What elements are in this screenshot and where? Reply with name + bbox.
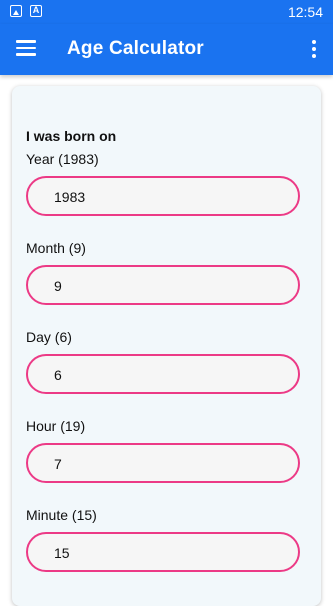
year-field[interactable]: 1983 xyxy=(26,176,300,216)
month-value: 9 xyxy=(54,278,62,294)
month-field[interactable]: 9 xyxy=(26,265,300,305)
birth-form-card: I was born on Year (1983) 1983 Month (9)… xyxy=(12,86,321,606)
a-icon: A xyxy=(30,5,42,17)
day-value: 6 xyxy=(54,367,62,383)
app-title: Age Calculator xyxy=(67,38,204,59)
status-icons: A xyxy=(10,5,42,17)
year-value: 1983 xyxy=(54,189,86,205)
status-time: 12:54 xyxy=(287,4,323,20)
image-icon xyxy=(10,5,22,17)
minute-label: Minute (15) xyxy=(26,507,97,523)
year-label: Year (1983) xyxy=(26,151,99,167)
app-bar: Age Calculator xyxy=(0,24,333,75)
hour-label: Hour (19) xyxy=(26,418,86,434)
minute-value: 15 xyxy=(54,545,70,561)
day-label: Day (6) xyxy=(26,329,72,345)
born-heading: I was born on xyxy=(26,128,117,144)
month-label: Month (9) xyxy=(26,240,86,256)
day-field[interactable]: 6 xyxy=(26,354,300,394)
more-vert-icon[interactable] xyxy=(311,40,317,58)
hour-field[interactable]: 7 xyxy=(26,443,300,483)
hour-value: 7 xyxy=(54,456,62,472)
minute-field[interactable]: 15 xyxy=(26,532,300,572)
menu-icon[interactable] xyxy=(16,40,36,56)
status-bar: A 12:54 xyxy=(0,0,333,24)
